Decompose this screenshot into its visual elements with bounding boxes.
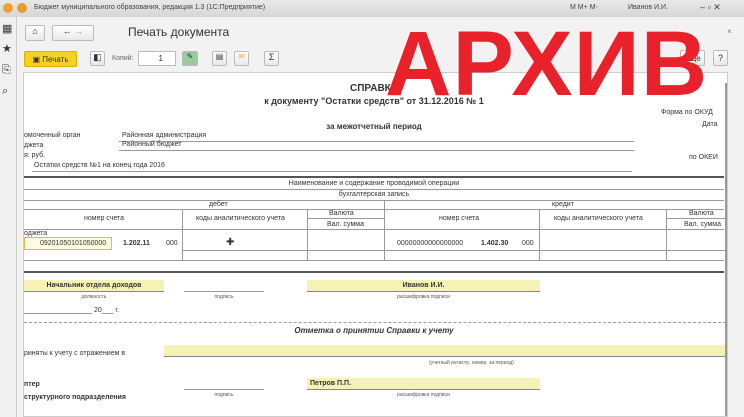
accountant-label: птер [24,381,40,388]
m-plus-button[interactable]: M+ [578,4,588,11]
budget-label: джета [24,142,44,149]
budget-value: Районный бюджет [122,141,182,148]
position-field[interactable]: Начальник отдела доходов [24,280,164,292]
org-label: омоченный орган [24,132,81,139]
date-label: Дата [702,121,718,128]
debit-header: дебет [209,201,228,208]
debit-account-header: номер счета [84,215,125,222]
sidebar: ▦ ★ ⎘ ⌕ [0,17,17,417]
department-label: структурного подразделения [24,394,126,401]
debit-codes-header: коды аналитического учета [196,215,285,222]
window-controls[interactable]: – ▫ ✕ [700,2,721,13]
window-title: Бюджет муниципального образования, редак… [34,4,266,11]
vertical-scrollbar[interactable] [725,83,727,416]
name-caption: расшифровка подписи [397,294,450,300]
sign2-caption: подпись [214,392,234,398]
history-icon[interactable]: ⎘ [2,64,11,77]
debit-account-cell[interactable]: 09201050101050000 [24,237,112,250]
register-caption: (учетный регистр, номер, за период) [429,360,514,366]
name-field[interactable]: Иванов И.И. [307,280,540,292]
credit-code-cell[interactable]: 1.402.30 [481,240,508,247]
debit-code-cell[interactable]: 1.202.11 [123,240,150,247]
credit-account-header: номер счета [439,215,480,222]
debit-kosgu-cell[interactable]: 000 [166,240,178,247]
date-line: 20___ г. [94,307,120,314]
close-icon[interactable]: × [727,27,732,36]
copies-input[interactable]: 1 [138,51,176,66]
debit-currency-header: Валюта [329,210,354,217]
m-minus-button[interactable]: M- [590,4,598,11]
position-caption: должность [81,294,107,300]
unit-label: я: руб. [24,152,46,159]
credit-header: кредит [552,201,574,208]
name2-field[interactable]: Петров П.П. [307,378,540,390]
search-icon[interactable]: ⌕ [2,85,8,98]
credit-currency-header: Валюта [689,210,714,217]
nav-buttons[interactable]: ← → [52,25,94,41]
basis-text: Остатки средств №1 на конец года 2016 [34,162,165,169]
apps-icon[interactable]: ▦ [2,22,12,35]
credit-codes-header: коды аналитического учета [554,215,643,222]
name2-caption: расшифровка подписи [397,392,450,398]
copies-label: Копий: [112,55,134,62]
menu-icon[interactable] [17,3,27,13]
register-field[interactable] [164,345,726,357]
app-menu-icon[interactable] [3,3,13,13]
credit-account-cell[interactable]: 00000000000000000 [397,240,463,247]
accept-title: Отметка о принятии Справки к учету [294,326,454,335]
credit-cursum-header: Вал. сумма [684,221,721,228]
accept-label: риняты к учету с отражением в [24,350,126,357]
table-header-operation: Наименование и содержание проводимой опе… [288,180,460,187]
sum-icon[interactable]: Σ [264,51,279,66]
mem-buttons[interactable]: M M+ M- [570,4,598,11]
archive-watermark: АРХИВ [385,13,709,115]
print-button[interactable]: ▣ Печать [24,51,77,67]
printer-icon: ▣ [32,55,41,64]
m-button[interactable]: M [570,4,576,11]
sign-caption: подпись [214,294,234,300]
doc-period: за межотчетный период [326,122,422,131]
edit-toggle-icon[interactable]: ✎ [182,51,198,66]
table-header-entry: бухгалтерская запись [338,191,410,198]
org-value: Районная администрация [122,132,207,139]
cursor-icon: ✚ [226,237,235,248]
mail-icon[interactable]: ✉ [234,51,249,66]
print-label: Печать [42,55,69,64]
section-label: оджета [24,230,48,237]
home-button[interactable]: ⌂ [25,25,45,41]
document-area[interactable]: СПРАВКА к документу "Остатки средств" от… [23,72,728,417]
page-title: Печать документа [128,25,230,39]
favorites-icon[interactable]: ★ [2,42,12,55]
preview-icon[interactable]: ◧ [90,51,105,66]
save-icon[interactable]: ▤ [212,51,227,66]
forward-icon[interactable]: → [74,26,83,36]
help-button[interactable]: ? [713,50,728,66]
credit-kosgu-cell[interactable]: 000 [522,240,534,247]
back-icon[interactable]: ← [63,26,72,36]
debit-cursum-header: Вал. сумма [327,221,364,228]
okei-label: по ОКЕИ [689,154,718,161]
user-name[interactable]: Иванов И.И. [628,4,668,11]
